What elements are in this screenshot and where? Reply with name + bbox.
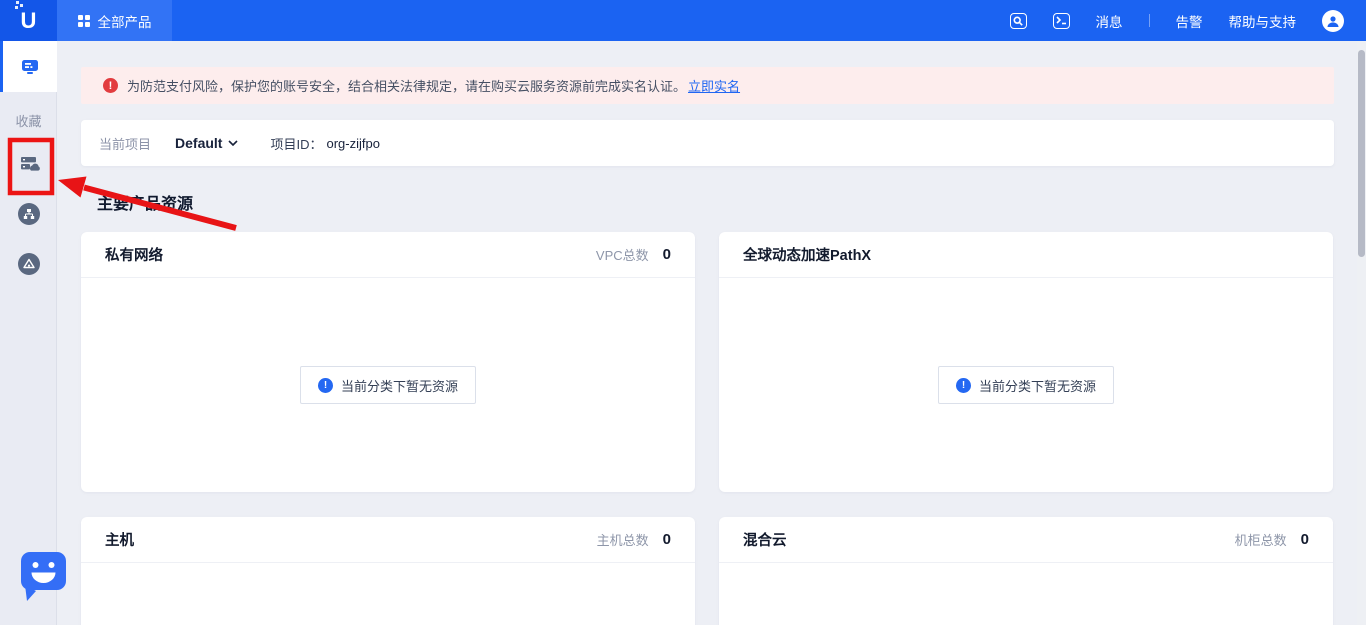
messages-link[interactable]: 消息: [1096, 11, 1123, 31]
card-header: 私有网络 VPC总数 0: [81, 232, 695, 278]
favorites-label: 收藏: [0, 111, 57, 130]
all-products-label: 全部产品: [98, 11, 152, 31]
count-label: 主机总数: [597, 530, 649, 549]
dashboard-monitor-icon: [18, 55, 42, 79]
sidebar: 收藏: [0, 41, 57, 625]
count-value: 0: [1301, 531, 1309, 548]
scrollbar-track: [1357, 41, 1366, 625]
card-title: 全球动态加速PathX: [743, 244, 871, 265]
chat-smiley-icon: [18, 549, 70, 603]
hierarchy-icon: [18, 203, 40, 225]
sidebar-item-cloud-storage[interactable]: [0, 253, 57, 275]
project-id-value: org-zijfpo: [326, 136, 379, 151]
empty-state-button[interactable]: ! 当前分类下暂无资源: [300, 366, 476, 404]
count-value: 0: [663, 246, 671, 263]
empty-state-button[interactable]: ! 当前分类下暂无资源: [938, 366, 1114, 404]
card-host: 主机 主机总数 0: [81, 517, 695, 625]
section-title: 主要产品资源: [97, 190, 193, 214]
empty-state-text: 当前分类下暂无资源: [979, 376, 1096, 395]
card-hybrid-cloud: 混合云 机柜总数 0: [719, 517, 1333, 625]
count-label: VPC总数: [596, 245, 649, 264]
ucloud-console-screen: U 全部产品 消息 告警 帮助与支持: [0, 0, 1366, 625]
card-title: 主机: [105, 529, 134, 550]
project-bar: 当前项目 Default 项目ID： org-zijfpo: [81, 120, 1334, 166]
cloud-drive-icon: [18, 253, 40, 275]
warning-icon: !: [103, 78, 118, 93]
card-count: 机柜总数 0: [1235, 530, 1309, 549]
warning-text: 为防范支付风险，保护您的账号安全，结合相关法律规定，请在购买云服务资源前完成实名…: [127, 76, 686, 95]
realname-warning-banner: ! 为防范支付风险，保护您的账号安全，结合相关法律规定，请在购买云服务资源前完成…: [81, 67, 1334, 104]
search-icon[interactable]: [1010, 13, 1027, 29]
card-count: VPC总数 0: [596, 245, 671, 264]
annotation-arrow-head: [58, 177, 87, 198]
info-icon: !: [956, 378, 971, 393]
topbar: U 全部产品 消息 告警 帮助与支持: [0, 0, 1366, 41]
realname-now-link[interactable]: 立即实名: [688, 76, 740, 95]
topbar-divider: [1149, 14, 1150, 27]
project-selector[interactable]: Default: [175, 135, 238, 151]
ucloud-logo[interactable]: U: [0, 0, 57, 41]
card-private-network: 私有网络 VPC总数 0 ! 当前分类下暂无资源: [81, 232, 695, 492]
card-header: 全球动态加速PathX: [719, 232, 1333, 278]
alerts-link[interactable]: 告警: [1176, 11, 1203, 31]
console-terminal-icon[interactable]: [1053, 13, 1070, 29]
current-project-label: 当前项目: [99, 134, 151, 153]
scrollbar-thumb[interactable]: [1358, 50, 1365, 257]
empty-state-text: 当前分类下暂无资源: [341, 376, 458, 395]
grid-icon: [78, 15, 90, 27]
project-name: Default: [175, 135, 222, 151]
help-support-link[interactable]: 帮助与支持: [1229, 11, 1297, 31]
topbar-right: 消息 告警 帮助与支持: [1010, 0, 1345, 41]
card-pathx: 全球动态加速PathX ! 当前分类下暂无资源: [719, 232, 1333, 492]
sidebar-item-favorite-resources[interactable]: [0, 152, 57, 176]
chevron-down-icon: [228, 140, 238, 146]
customer-service-chat-button[interactable]: [18, 549, 70, 608]
card-title: 混合云: [743, 529, 787, 550]
all-products-button[interactable]: 全部产品: [57, 0, 172, 41]
logo-letter: U: [21, 8, 37, 34]
project-id-label: 项目ID：: [270, 134, 322, 153]
user-avatar-icon[interactable]: [1322, 10, 1344, 32]
sidebar-item-network-topology[interactable]: [0, 203, 57, 225]
card-header: 主机 主机总数 0: [81, 517, 695, 563]
server-cloud-icon: [17, 152, 41, 176]
count-value: 0: [663, 531, 671, 548]
card-title: 私有网络: [105, 244, 163, 265]
card-count: 主机总数 0: [597, 530, 671, 549]
card-header: 混合云 机柜总数 0: [719, 517, 1333, 563]
sidebar-item-overview[interactable]: [0, 41, 57, 92]
info-icon: !: [318, 378, 333, 393]
count-label: 机柜总数: [1235, 530, 1287, 549]
